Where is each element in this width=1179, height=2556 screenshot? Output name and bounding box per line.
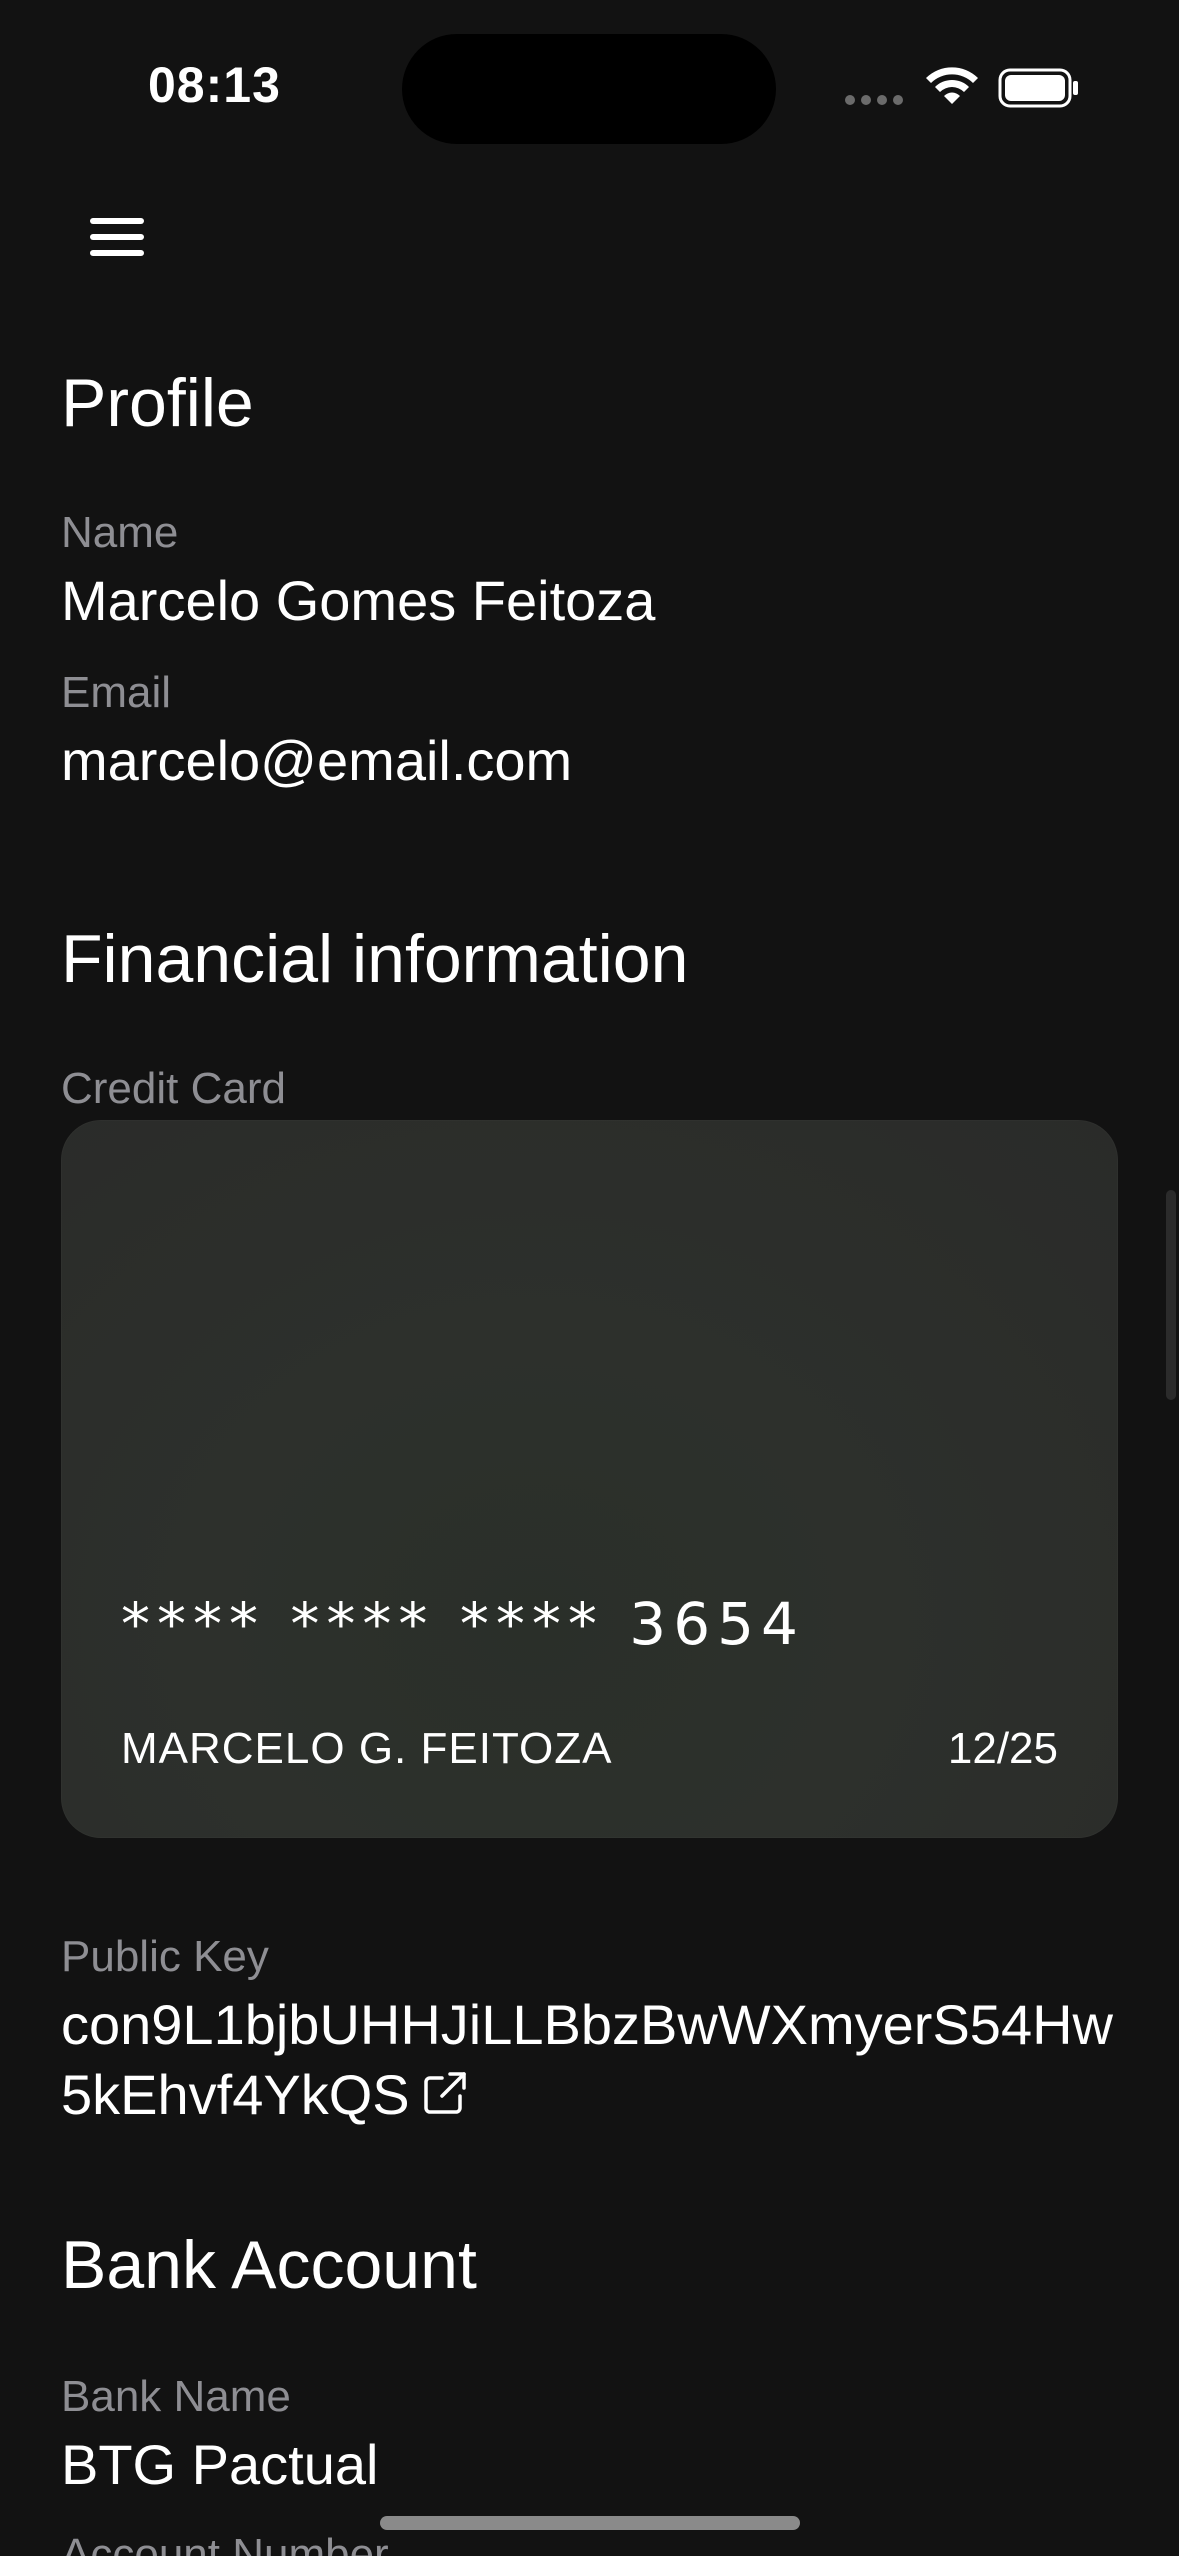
hamburger-menu-icon[interactable] (86, 212, 150, 264)
email-value: marcelo@email.com (61, 729, 573, 792)
status-time: 08:13 (148, 57, 281, 113)
card-number: **** **** **** 3654 (121, 1590, 805, 1658)
name-value: Marcelo Gomes Feitoza (61, 569, 656, 632)
bank-account-section-title: Bank Account (61, 2227, 477, 2303)
dynamic-island (402, 34, 776, 144)
wifi-icon (926, 67, 978, 104)
battery-icon (998, 68, 1078, 108)
name-label: Name (61, 508, 179, 557)
credit-card-label: Credit Card (61, 1064, 286, 1113)
card-expiry: 12/25 (947, 1724, 1058, 1773)
bank-name-value: BTG Pactual (61, 2433, 379, 2496)
public-key-link[interactable]: con9L1bjbUHHJiLLBbzBwWXmyerS54Hw5kEhvf4Y… (61, 1990, 1141, 2130)
bank-name-label: Bank Name (61, 2372, 291, 2421)
public-key-label: Public Key (61, 1932, 269, 1981)
scroll-indicator[interactable] (1166, 1190, 1176, 1400)
cellular-signal-icon (845, 95, 903, 105)
external-link-icon[interactable] (422, 2070, 468, 2116)
profile-section-title: Profile (61, 365, 254, 441)
profile-screen: 08:13 Profile Name Marcelo Gomes Feitoza… (0, 0, 1179, 2556)
financial-section-title: Financial information (61, 921, 689, 997)
card-holder-name: MARCELO G. FEITOZA (121, 1724, 613, 1773)
public-key-value[interactable]: con9L1bjbUHHJiLLBbzBwWXmyerS54Hw5kEhvf4Y… (61, 1993, 1113, 2126)
home-indicator[interactable] (380, 2516, 800, 2530)
credit-card[interactable]: **** **** **** 3654 MARCELO G. FEITOZA 1… (61, 1120, 1118, 1838)
email-label: Email (61, 668, 172, 717)
account-number-label: Account Number (61, 2530, 389, 2556)
